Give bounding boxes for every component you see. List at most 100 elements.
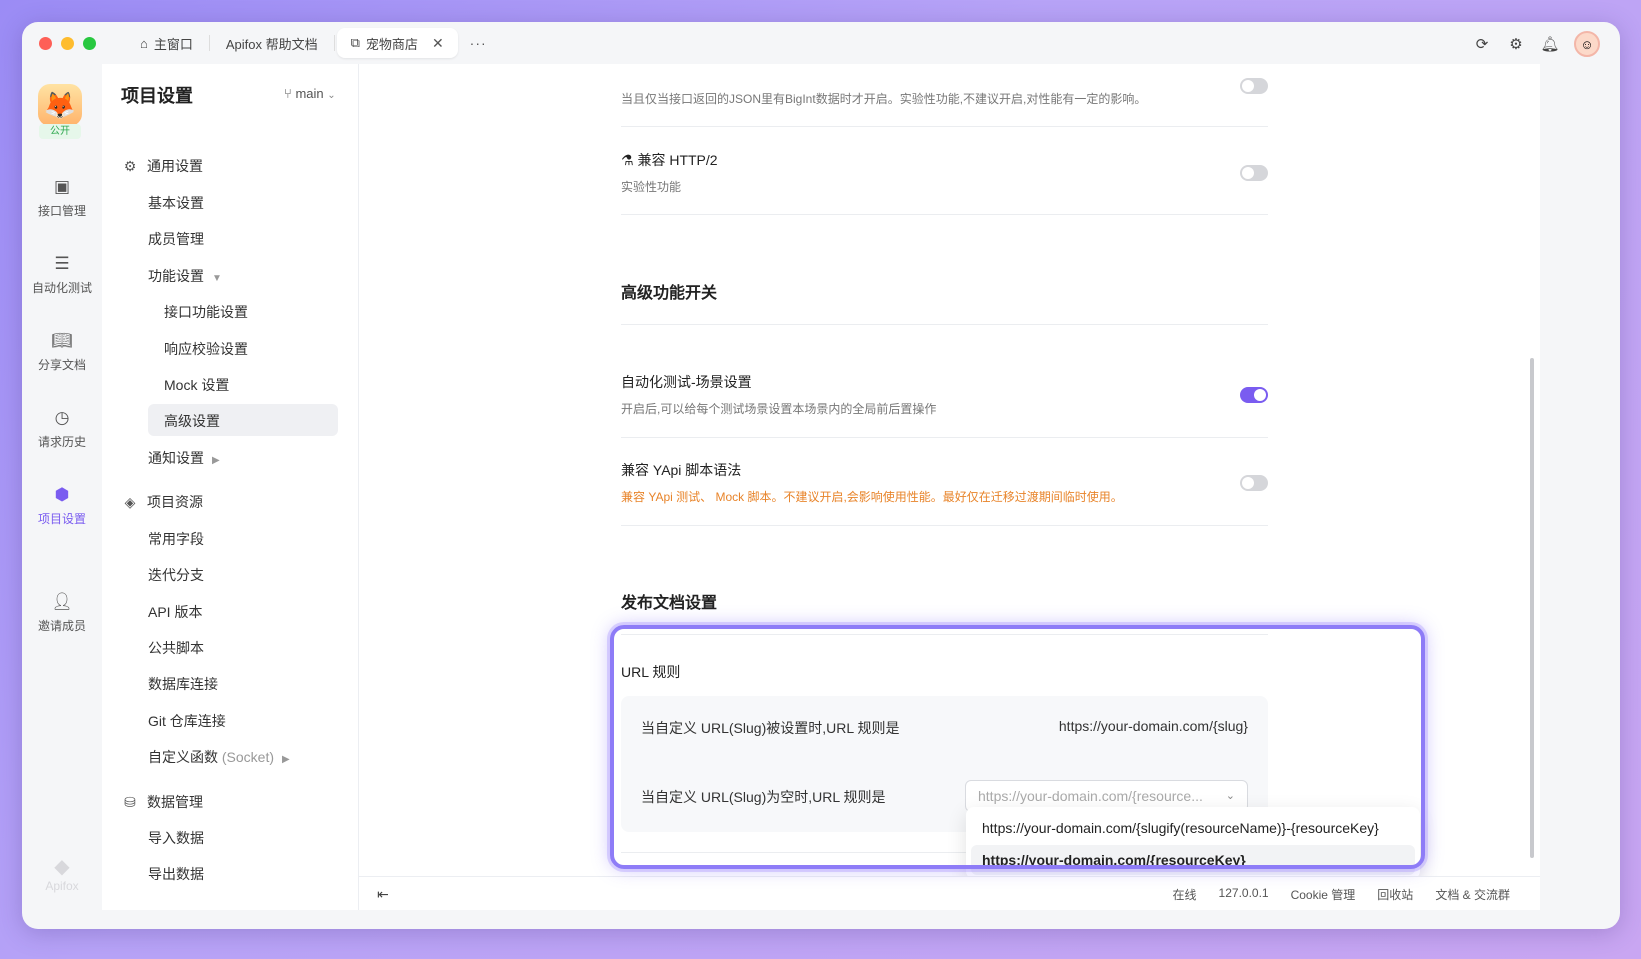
nav-item-notifications[interactable]: 通知设置 ▶ xyxy=(148,448,220,468)
slug-empty-label: 当自定义 URL(Slug)为空时,URL 规则是 xyxy=(641,789,886,805)
nav-item-public-scripts[interactable]: 公共脚本 xyxy=(148,638,204,658)
divider xyxy=(621,126,1268,127)
nav-item-mock[interactable]: Mock 设置 xyxy=(164,375,229,395)
nav-item-custom-functions[interactable]: 自定义函数 (Socket) ▶ xyxy=(148,747,290,767)
nav-item-import-data[interactable]: 导入数据 xyxy=(148,828,204,848)
brand-watermark: ◆ Apifox xyxy=(22,854,102,893)
tab-separator xyxy=(208,35,210,51)
external-link-icon: ⧉ xyxy=(350,35,360,50)
url-rule-dropdown: https://your-domain.com/{slugify(resourc… xyxy=(966,807,1420,879)
project-logo[interactable]: 🦊 公开 xyxy=(38,84,82,139)
rail-item-history[interactable]: ◷ 请求历史 xyxy=(22,407,102,450)
yapi-title: 兼容 YApi 脚本语法 xyxy=(621,462,742,478)
http2-toggle[interactable] xyxy=(1240,165,1268,181)
user-plus-icon: 👤︎ xyxy=(51,592,73,611)
app-window: ⌂ 主窗口 Apifox 帮助文档 ⧉ 宠物商店 ✕ ··· ⟳ ⚙ 🔔︎ ☺ … xyxy=(22,22,1620,929)
branch-icon: ⑂ xyxy=(284,86,292,101)
bell-icon[interactable]: 🔔︎ xyxy=(1540,34,1560,54)
database-icon: ⛁ xyxy=(124,793,136,810)
scene-desc: 开启后,可以给每个测试场景设置本场景内的全局前后置操作 xyxy=(621,402,937,416)
nav-item-members[interactable]: 成员管理 xyxy=(148,229,204,249)
bigint-desc: 当且仅当接口返回的JSON里有BigInt数据时才开启。实验性功能,不建议开启,… xyxy=(621,92,1147,106)
scrollbar[interactable] xyxy=(1530,358,1534,858)
status-docs-community[interactable]: 文档 & 交流群 xyxy=(1435,886,1510,903)
advanced-header: 高级功能开关 xyxy=(621,285,718,302)
nav-item-features[interactable]: 功能设置 ▼ xyxy=(148,266,222,286)
caret-right-icon: ▶ xyxy=(212,455,220,466)
scene-title: 自动化测试-场景设置 xyxy=(621,374,752,390)
more-tabs-icon[interactable]: ··· xyxy=(470,35,487,51)
divider xyxy=(621,634,1268,635)
status-bar: ⇤ 在线 127.0.0.1 Cookie 管理 回收站 文档 & 交流群 xyxy=(359,876,1540,910)
collapse-sidebar-icon[interactable]: ⇤ xyxy=(377,886,389,903)
visibility-badge: 公开 xyxy=(39,124,81,139)
dropdown-option-slugify[interactable]: https://your-domain.com/{slugify(resourc… xyxy=(971,813,1415,843)
yapi-toggle[interactable] xyxy=(1240,475,1268,491)
slug-set-value: https://your-domain.com/{slug} xyxy=(1058,718,1248,734)
rail-item-api[interactable]: ▣ 接口管理 xyxy=(22,176,102,219)
nav-item-response-validation[interactable]: 响应校验设置 xyxy=(164,339,248,359)
api-icon: ▣ xyxy=(53,177,71,196)
caret-down-icon: ▼ xyxy=(212,273,222,284)
user-avatar[interactable]: ☺ xyxy=(1574,31,1600,57)
page-title: 项目设置 xyxy=(121,86,193,106)
nav-item-advanced[interactable]: 高级设置 xyxy=(164,411,220,431)
chevron-down-icon: ⌄ xyxy=(327,90,336,101)
status-items: 在线 127.0.0.1 Cookie 管理 回收站 文档 & 交流群 xyxy=(1173,886,1510,903)
divider xyxy=(621,324,1268,325)
tab-main-window[interactable]: ⌂ 主窗口 xyxy=(126,28,207,58)
divider xyxy=(621,437,1268,438)
http2-title: ⚗ 兼容 HTTP/2 xyxy=(621,152,718,168)
status-proxy[interactable]: 127.0.0.1 xyxy=(1219,886,1269,903)
nav-item-db-connection[interactable]: 数据库连接 xyxy=(148,674,218,694)
title-bar: ⌂ 主窗口 Apifox 帮助文档 ⧉ 宠物商店 ✕ ··· ⟳ ⚙ 🔔︎ ☺ xyxy=(22,22,1620,64)
tab-separator xyxy=(333,35,335,51)
gear-icon[interactable]: ⚙ xyxy=(1506,34,1526,54)
publish-header: 发布文档设置 xyxy=(621,595,718,612)
settings-content: 当且仅当接口返回的JSON里有BigInt数据时才开启。实验性功能,不建议开启,… xyxy=(359,64,1540,910)
status-online[interactable]: 在线 xyxy=(1173,886,1197,903)
dropdown-option-resource-key[interactable]: https://your-domain.com/{resourceKey} xyxy=(971,845,1415,875)
slug-set-label: 当自定义 URL(Slug)被设置时,URL 规则是 xyxy=(641,720,900,736)
fox-logo-icon: 🦊 xyxy=(38,84,82,126)
bigint-toggle[interactable] xyxy=(1240,78,1268,94)
nav-item-basic[interactable]: 基本设置 xyxy=(148,193,204,213)
title-actions: ⟳ ⚙ 🔔︎ ☺ xyxy=(1472,31,1600,57)
flask-icon: ⚗ xyxy=(621,152,634,168)
close-tab-icon[interactable]: ✕ xyxy=(432,35,444,52)
nav-item-export-data[interactable]: 导出数据 xyxy=(148,864,204,884)
nav-item-iteration-branch[interactable]: 迭代分支 xyxy=(148,565,204,585)
tab-pet-store[interactable]: ⧉ 宠物商店 ✕ xyxy=(336,28,458,58)
nav-item-api-version[interactable]: API 版本 xyxy=(148,602,202,622)
status-cookie[interactable]: Cookie 管理 xyxy=(1291,886,1356,903)
minimize-window-button[interactable] xyxy=(61,36,74,50)
branch-selector[interactable]: ⑂ main ⌄ xyxy=(284,86,336,101)
maximize-window-button[interactable] xyxy=(83,36,96,50)
rail-item-share-docs[interactable]: 📖︎ 分享文档 xyxy=(22,330,102,373)
yapi-warning: 兼容 YApi 测试、 Mock 脚本。不建议开启,会影响使用性能。最好仅在迁移… xyxy=(621,490,1123,504)
window-controls xyxy=(39,36,96,50)
nav-section-general: ⚙ 通用设置 xyxy=(123,157,203,175)
rail-item-invite[interactable]: 👤︎ 邀请成员 xyxy=(22,591,102,634)
url-rule-label: URL 规则 xyxy=(621,664,681,680)
hexagon-settings-icon: ⬢ xyxy=(54,485,70,504)
http2-desc: 实验性功能 xyxy=(621,180,682,194)
gear-icon: ⚙ xyxy=(123,157,137,174)
tab-bar: ⌂ 主窗口 Apifox 帮助文档 ⧉ 宠物商店 ✕ ··· xyxy=(126,22,487,64)
status-trash[interactable]: 回收站 xyxy=(1377,886,1413,903)
nav-section-resources: ◈ 项目资源 xyxy=(122,492,203,512)
divider xyxy=(621,214,1268,215)
home-icon: ⌂ xyxy=(140,35,148,51)
nav-item-git-connection[interactable]: Git 仓库连接 xyxy=(148,711,226,731)
rail-item-automation[interactable]: ☰ 自动化测试 xyxy=(22,253,102,296)
nav-item-api-features[interactable]: 接口功能设置 xyxy=(164,302,248,322)
clock-icon: ◷ xyxy=(54,408,70,427)
apifox-logo-icon: ◆ xyxy=(54,856,70,878)
sync-icon[interactable]: ⟳ xyxy=(1472,34,1492,54)
rail-item-project-settings[interactable]: ⬢ 项目设置 xyxy=(22,484,102,527)
tab-help-docs[interactable]: Apifox 帮助文档 xyxy=(212,28,332,58)
close-window-button[interactable] xyxy=(39,36,52,50)
divider xyxy=(621,525,1268,526)
nav-item-common-fields[interactable]: 常用字段 xyxy=(148,529,204,549)
scene-toggle[interactable] xyxy=(1240,387,1268,403)
